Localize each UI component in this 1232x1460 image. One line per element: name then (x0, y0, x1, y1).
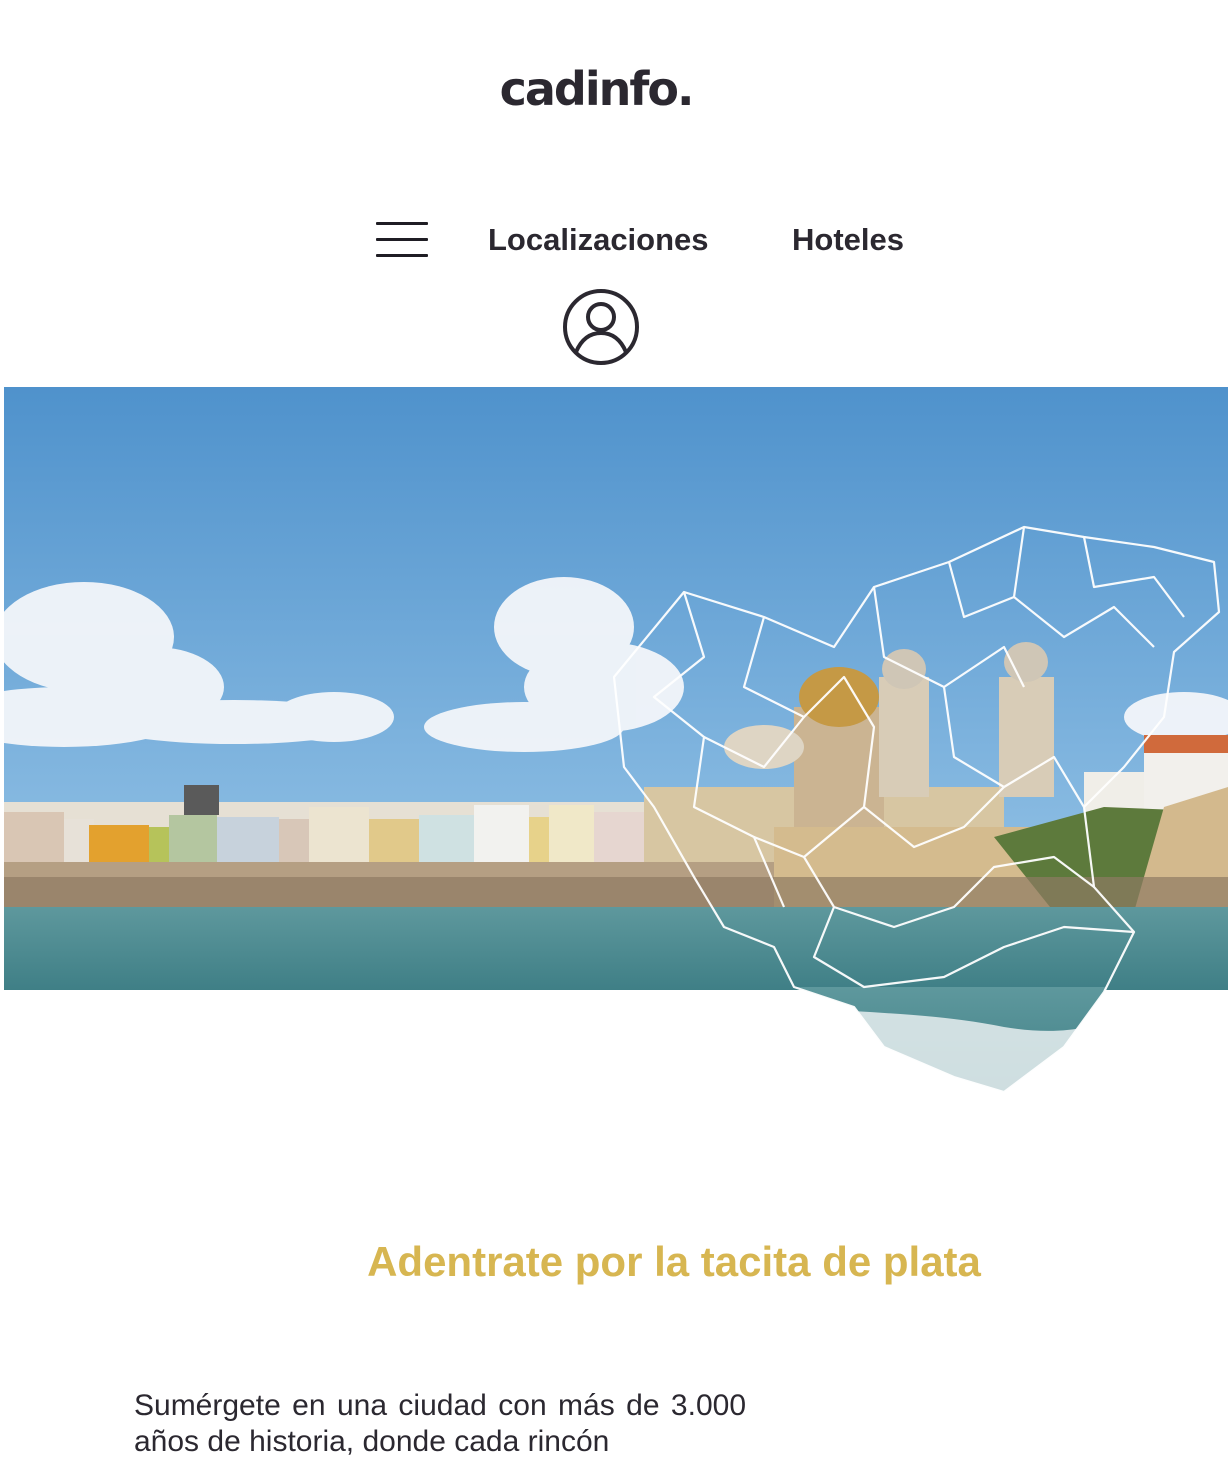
menu-line (376, 238, 428, 241)
section-headline: Adentrate por la tacita de plata (367, 1238, 981, 1285)
menu-line (376, 222, 428, 225)
hamburger-menu-icon[interactable] (376, 216, 428, 257)
main-navigation: Localizaciones Hoteles (0, 210, 1232, 270)
user-account-icon[interactable] (562, 288, 640, 366)
hero-image (4, 387, 1228, 1094)
page: cadinfo. Localizaciones Hoteles Adentrat… (0, 0, 1232, 1460)
site-logo[interactable]: cadinfo. (0, 62, 1192, 116)
intro-paragraph: Sumérgete en una ciudad con más de 3.000… (134, 1389, 746, 1458)
menu-line (376, 254, 428, 257)
nav-link-hoteles[interactable]: Hoteles (792, 222, 904, 258)
nav-link-localizaciones[interactable]: Localizaciones (488, 222, 709, 258)
